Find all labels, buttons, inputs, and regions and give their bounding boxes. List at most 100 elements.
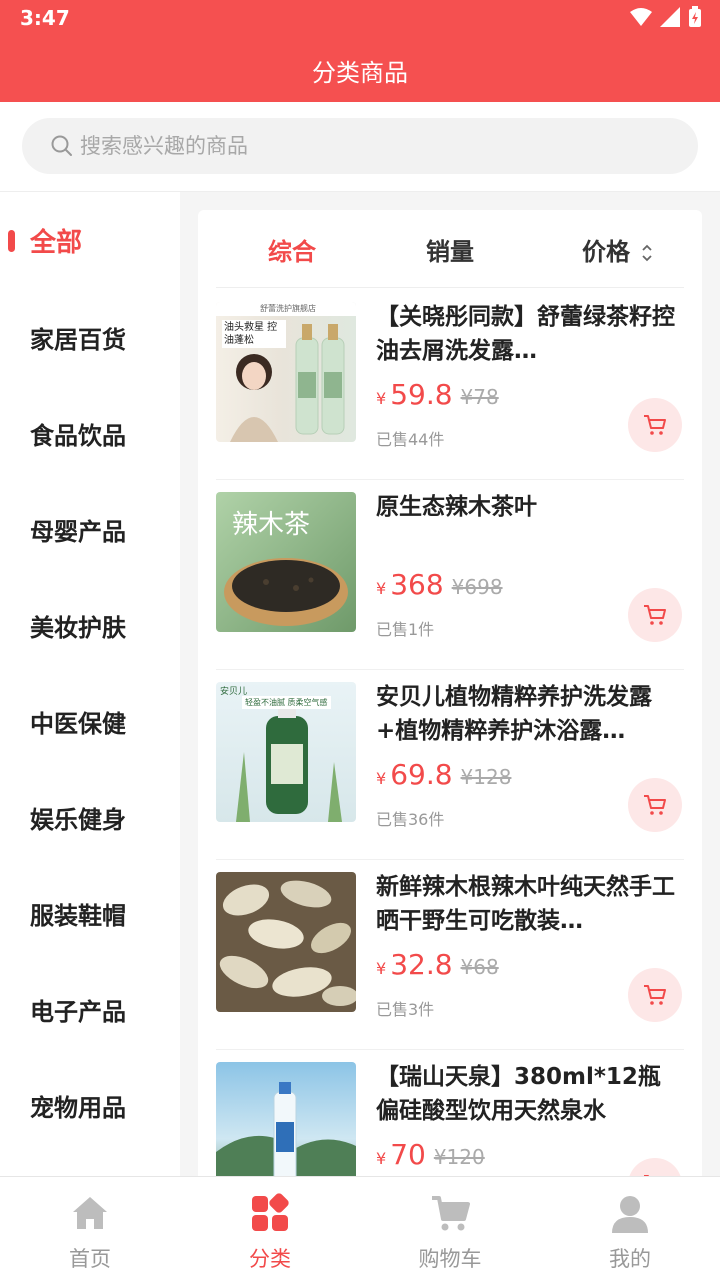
add-to-cart-button[interactable] <box>628 588 682 642</box>
sold-count: 已售44件 <box>376 430 445 449</box>
thumb-caption: 油头救星 控油蓬松 <box>222 320 286 348</box>
status-icons <box>630 6 702 28</box>
category-item-food[interactable]: 食品饮品 <box>0 384 180 480</box>
category-item-baby[interactable]: 母婴产品 <box>0 480 180 576</box>
product-price: ¥368 ¥698 <box>376 568 503 601</box>
sold-count: 已售3件 <box>376 1000 435 1019</box>
category-label: 娱乐健身 <box>30 806 126 834</box>
product-name: 原生态辣木茶叶 <box>376 494 537 520</box>
title-bar: 分类商品 <box>0 36 720 102</box>
category-item-beauty[interactable]: 美妆护肤 <box>0 576 180 672</box>
add-to-cart-button[interactable] <box>628 1158 682 1176</box>
price-value: 368 <box>390 568 444 601</box>
sort-tab-price[interactable]: 价格 <box>582 232 654 267</box>
category-item-health[interactable]: 中医保健 <box>0 672 180 768</box>
original-price: ¥120 <box>433 1145 485 1169</box>
category-sidebar: 全部 家居百货 食品饮品 母婴产品 美妆护肤 中医保健 娱乐健身 服装鞋帽 电子… <box>0 192 180 1176</box>
currency-symbol: ¥ <box>376 389 387 408</box>
thumb-store-text: 舒蕾洗护旗舰店 <box>260 304 316 313</box>
price-value: 69.8 <box>390 758 453 791</box>
category-item-electronics[interactable]: 电子产品 <box>0 960 180 1056</box>
category-item-apparel[interactable]: 服装鞋帽 <box>0 864 180 960</box>
tab-label: 我的 <box>609 1247 651 1271</box>
active-indicator <box>8 230 15 252</box>
product-image-body-wash: 安贝儿 轻盈不油腻 质柔空气感 <box>216 682 356 822</box>
tab-profile[interactable]: 我的 <box>540 1177 720 1280</box>
cart-icon <box>644 795 666 815</box>
price-value: 59.8 <box>390 378 453 411</box>
wifi-icon <box>630 8 652 26</box>
product-price: ¥70 ¥120 <box>376 1138 485 1171</box>
shopping-cart-icon <box>432 1196 470 1231</box>
product-item[interactable]: 【瑞山天泉】380ml*12瓶偏硅酸型饮用天然泉水 ¥70 ¥120 <box>198 1050 702 1176</box>
battery-icon <box>689 6 701 27</box>
product-item[interactable]: 舒蕾洗护旗舰店 油头救星 控油蓬松 【关晓彤同款】舒蕾绿茶籽控油去屑洗发露… ¥… <box>198 290 702 480</box>
currency-symbol: ¥ <box>376 1149 387 1168</box>
sort-tabs: 综合 销量 价格 <box>198 210 702 288</box>
category-label: 服装鞋帽 <box>30 902 126 930</box>
signal-icon <box>660 7 680 27</box>
category-label: 电子产品 <box>30 998 126 1026</box>
product-image-moringa-tea: 辣木茶 <box>216 492 356 632</box>
original-price: ¥698 <box>451 575 503 599</box>
thumb-caption: 辣木茶 <box>232 510 311 540</box>
currency-symbol: ¥ <box>376 959 387 978</box>
original-price: ¥128 <box>460 765 512 789</box>
category-label: 宠物用品 <box>30 1094 126 1122</box>
product-name: 新鲜辣木根辣木叶纯天然手工晒干野生可吃散装… <box>376 874 675 934</box>
price-value: 70 <box>390 1138 426 1171</box>
tab-home[interactable]: 首页 <box>0 1177 180 1280</box>
cart-icon <box>644 985 666 1005</box>
sold-count: 已售36件 <box>376 810 445 829</box>
product-price: ¥59.8 ¥78 <box>376 378 499 411</box>
tab-cart[interactable]: 购物车 <box>360 1177 540 1280</box>
status-time: 3:47 <box>20 6 70 30</box>
sort-tab-price-label: 价格 <box>582 238 630 266</box>
add-to-cart-button[interactable] <box>628 968 682 1022</box>
currency-symbol: ¥ <box>376 769 387 788</box>
product-price: ¥32.8 ¥68 <box>376 948 499 981</box>
search-icon <box>51 135 72 156</box>
product-image-spring-water <box>216 1062 356 1176</box>
product-image-moringa-root <box>216 872 356 1012</box>
user-icon <box>612 1196 648 1233</box>
cart-icon <box>644 415 666 435</box>
category-label: 全部 <box>30 228 83 258</box>
sold-count: 已售1件 <box>376 620 435 639</box>
tab-label: 首页 <box>69 1247 111 1271</box>
product-name: 【关晓彤同款】舒蕾绿茶籽控油去屑洗发露… <box>376 304 675 364</box>
original-price: ¥68 <box>460 955 499 979</box>
search-input[interactable] <box>80 128 660 164</box>
category-item-home[interactable]: 家居百货 <box>0 288 180 384</box>
product-name: 安贝儿植物精粹养护洗发露+植物精粹养护沐浴露… <box>376 684 652 744</box>
product-item[interactable]: 新鲜辣木根辣木叶纯天然手工晒干野生可吃散装… ¥32.8 ¥68 已售3件 <box>198 860 702 1050</box>
tab-category[interactable]: 分类 <box>180 1177 360 1280</box>
search-box[interactable] <box>22 118 698 174</box>
add-to-cart-button[interactable] <box>628 778 682 832</box>
category-label: 家居百货 <box>30 326 126 354</box>
category-label: 食品饮品 <box>30 422 126 450</box>
category-item-pets[interactable]: 宠物用品 <box>0 1056 180 1152</box>
search-container <box>0 102 720 192</box>
product-item[interactable]: 辣木茶 原生态辣木茶叶 ¥368 ¥698 已售1件 <box>198 480 702 670</box>
sort-tab-overall[interactable]: 综合 <box>268 232 316 267</box>
currency-symbol: ¥ <box>376 579 387 598</box>
page-title: 分类商品 <box>312 59 408 87</box>
price-value: 32.8 <box>390 948 453 981</box>
category-label: 母婴产品 <box>30 518 126 546</box>
product-panel: 综合 销量 价格 舒蕾洗护旗舰店 油头救星 控油蓬松 【关晓彤同款】舒蕾绿茶籽控… <box>198 210 702 1176</box>
status-bar: 3:47 <box>0 0 720 36</box>
thumb-caption: 轻盈不油腻 质柔空气感 <box>242 696 331 709</box>
product-price: ¥69.8 ¥128 <box>376 758 511 791</box>
category-label: 中医保健 <box>30 710 126 738</box>
category-item-fitness[interactable]: 娱乐健身 <box>0 768 180 864</box>
add-to-cart-button[interactable] <box>628 398 682 452</box>
tab-label: 购物车 <box>418 1247 482 1271</box>
category-item-all[interactable]: 全部 <box>0 192 180 288</box>
original-price: ¥78 <box>460 385 499 409</box>
product-name: 【瑞山天泉】380ml*12瓶偏硅酸型饮用天然泉水 <box>376 1064 661 1124</box>
product-item[interactable]: 安贝儿 轻盈不油腻 质柔空气感 安贝儿植物精粹养护洗发露+植物精粹养护沐浴露… … <box>198 670 702 860</box>
product-image-shampoo: 舒蕾洗护旗舰店 油头救星 控油蓬松 <box>216 302 356 442</box>
category-label: 美妆护肤 <box>30 614 126 642</box>
sort-tab-sales[interactable]: 销量 <box>426 232 474 267</box>
